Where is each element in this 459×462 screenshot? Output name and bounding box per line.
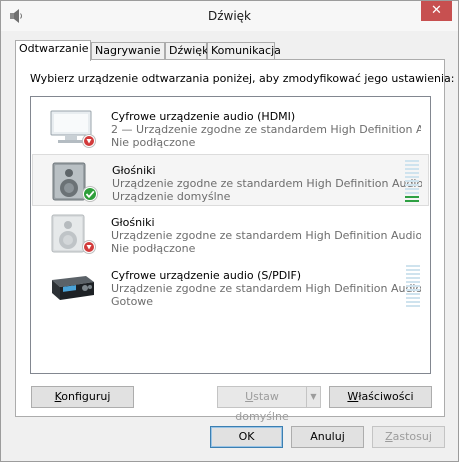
meter-segment	[405, 188, 419, 190]
sound-dialog: Dźwięk ✕ Odtwarzanie Nagrywanie Dźwięki …	[0, 0, 459, 462]
speaker-icon	[51, 214, 96, 254]
cancel-button[interactable]: Anuluj	[291, 426, 364, 448]
tab-recording[interactable]: Nagrywanie	[91, 42, 165, 60]
window-title: Dźwięk	[207, 9, 252, 23]
playback-panel: Wybierz urządzenie odtwarzania poniżej, …	[15, 59, 454, 423]
device-list[interactable]: Cyfrowe urządzenie audio (HDMI) 2 — Urzą…	[30, 96, 431, 374]
chevron-down-icon[interactable]: ▼	[306, 387, 320, 407]
device-description: Urządzenie zgodne ze standardem High Def…	[111, 282, 421, 295]
meter-segment	[405, 200, 419, 202]
device-name: Cyfrowe urządzenie audio (HDMI)	[111, 110, 296, 123]
meter-segment	[406, 285, 420, 287]
configure-button[interactable]: Konfiguruj	[31, 386, 134, 408]
device-status: Gotowe	[111, 295, 154, 308]
meter-segment	[405, 192, 419, 194]
properties-button[interactable]: Właściwości	[329, 386, 432, 408]
set-default-label: staw domyślne	[235, 390, 289, 423]
meter-segment	[406, 277, 420, 279]
device-description: 2 — Urządzenie zgodne ze standardem High…	[111, 123, 421, 136]
tab-communications[interactable]: Komunikacja	[207, 42, 281, 60]
apply-label: astosuj	[392, 430, 432, 443]
meter-segment	[405, 196, 419, 198]
device-status: Nie podłączone	[111, 136, 196, 149]
device-item[interactable]: Głośniki Urządzenie zgodne ze standardem…	[32, 154, 429, 206]
meter-segment	[405, 160, 419, 162]
disconnected-arrow-icon	[82, 240, 96, 254]
properties-label: łaściwości	[358, 390, 414, 403]
meter-segment	[406, 293, 420, 295]
set-default-mnemonic: U	[245, 390, 254, 403]
meter-segment	[406, 289, 420, 291]
device-status: Urządzenie domyślne	[112, 190, 231, 203]
receiver-icon	[52, 276, 94, 300]
device-status: Nie podłączone	[111, 242, 196, 255]
device-item[interactable]: Cyfrowe urządzenie audio (S/PDIF) Urządz…	[32, 260, 429, 312]
apply-mnemonic: Z	[385, 430, 393, 443]
device-name: Głośniki	[112, 164, 156, 177]
monitor-hdmi-icon	[50, 110, 96, 148]
meter-segment	[406, 269, 420, 271]
default-check-icon	[82, 186, 98, 202]
configure-label: onfiguruj	[61, 390, 111, 403]
meter-segment	[406, 297, 420, 299]
meter-segment	[405, 180, 419, 182]
set-default-button[interactable]: Ustaw domyślne ▼	[217, 386, 321, 423]
title-bar: Dźwięk ✕	[1, 1, 458, 31]
tab-sounds[interactable]: Dźwięki	[165, 42, 212, 60]
device-item[interactable]: Głośniki Urządzenie zgodne ze standardem…	[32, 207, 429, 259]
level-meter	[405, 160, 419, 202]
apply-button[interactable]: Zastosuj	[372, 426, 445, 448]
meter-segment	[405, 176, 419, 178]
disconnected-arrow-icon	[82, 134, 96, 148]
level-meter	[406, 265, 420, 307]
instruction-text: Wybierz urządzenie odtwarzania poniżej, …	[30, 72, 455, 85]
meter-segment	[406, 273, 420, 275]
meter-segment	[406, 265, 420, 267]
device-item[interactable]: Cyfrowe urządzenie audio (HDMI) 2 — Urzą…	[32, 101, 429, 153]
tab-playback[interactable]: Odtwarzanie	[15, 40, 91, 61]
meter-segment	[405, 168, 419, 170]
speaker-icon	[52, 162, 98, 202]
meter-segment	[405, 172, 419, 174]
close-button[interactable]: ✕	[421, 1, 452, 21]
device-description: Urządzenie zgodne ze standardem High Def…	[111, 229, 421, 242]
meter-segment	[405, 184, 419, 186]
device-description: Urządzenie zgodne ze standardem High Def…	[112, 177, 422, 190]
device-name: Głośniki	[111, 216, 155, 229]
meter-segment	[406, 301, 420, 303]
properties-mnemonic: W	[347, 390, 359, 403]
ok-button[interactable]: OK	[210, 426, 283, 448]
device-name: Cyfrowe urządzenie audio (S/PDIF)	[111, 269, 302, 282]
meter-segment	[406, 281, 420, 283]
meter-segment	[405, 164, 419, 166]
meter-segment	[406, 305, 420, 307]
